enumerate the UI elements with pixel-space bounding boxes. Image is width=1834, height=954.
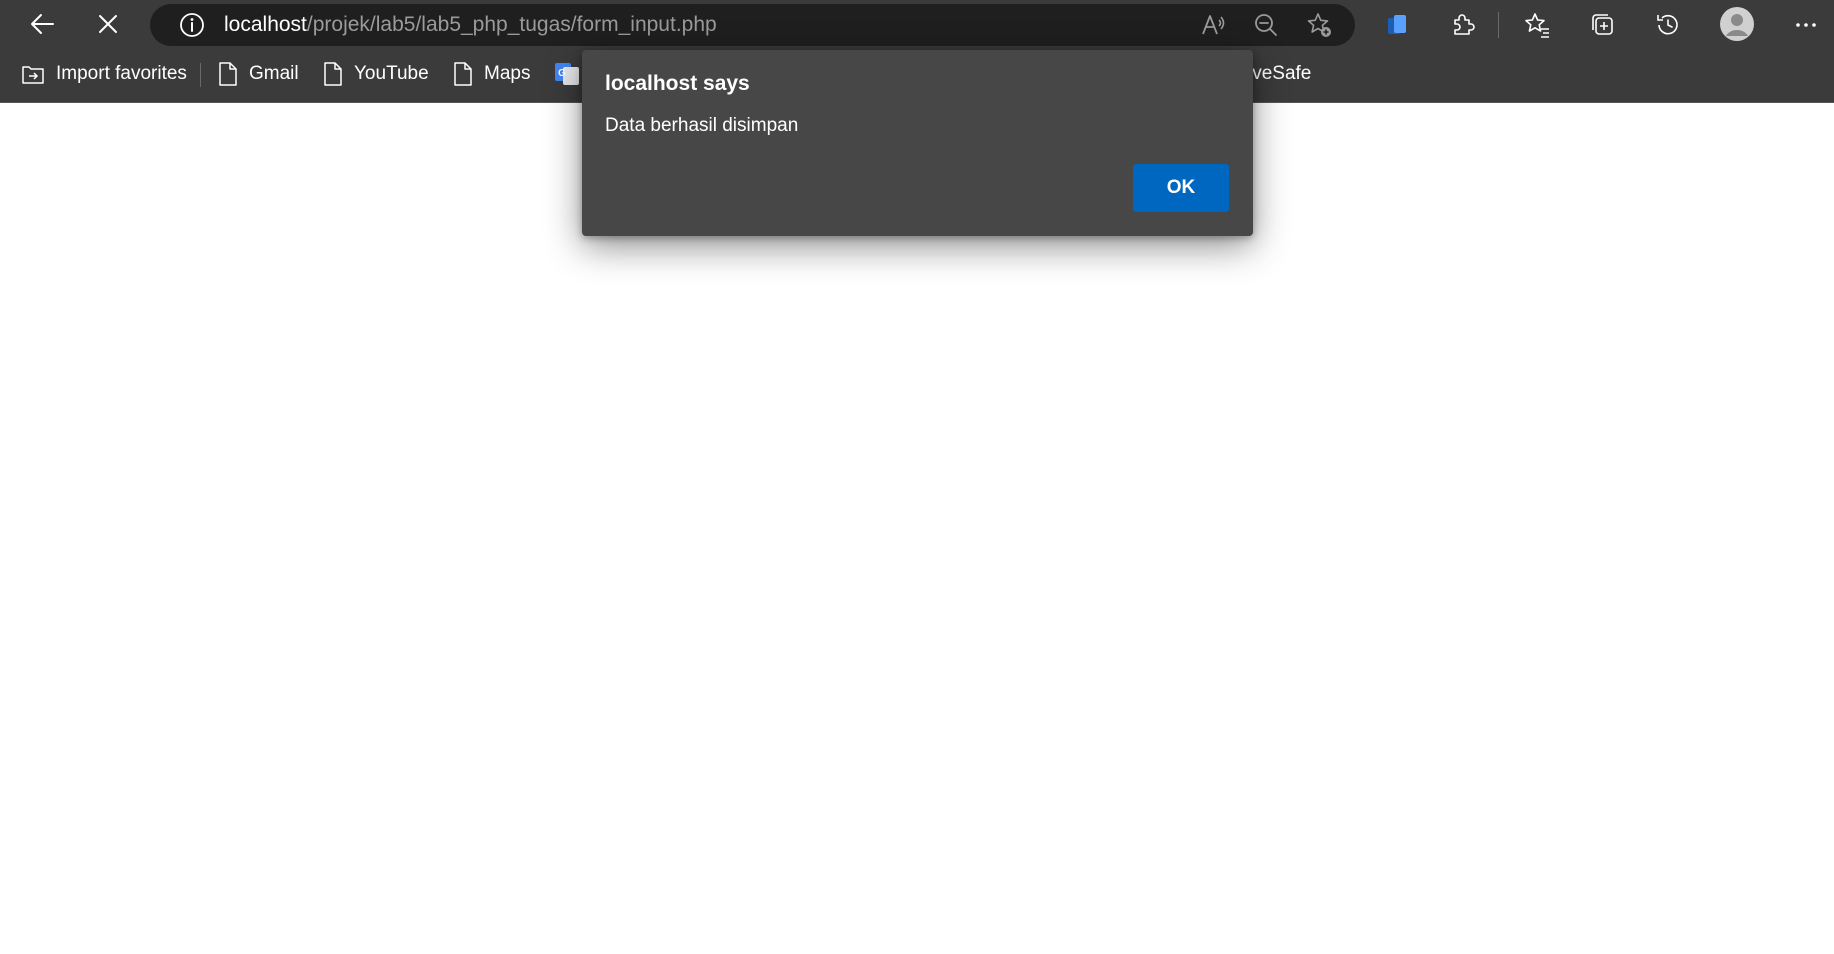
bookmark-livesafe[interactable]: iveSafe [1248, 53, 1311, 95]
bookmark-label: Gmail [249, 63, 299, 84]
address-bar[interactable]: localhost/projek/lab5/lab5_php_tugas/for… [150, 4, 1355, 46]
bookmark-gmail[interactable]: Gmail [217, 53, 299, 95]
bookmark-label: Maps [484, 63, 531, 84]
bookmarks-separator [200, 63, 201, 87]
add-favorite-icon[interactable] [1299, 5, 1339, 45]
dialog-message: Data berhasil disimpan [605, 115, 799, 136]
stop-loading-icon[interactable] [88, 4, 128, 44]
page-icon [454, 62, 472, 86]
history-icon[interactable] [1648, 5, 1688, 45]
read-aloud-icon[interactable] [1193, 5, 1233, 45]
bookmark-label: Import favorites [56, 63, 187, 84]
collections-icon[interactable] [1583, 5, 1623, 45]
bookmark-label: YouTube [354, 63, 429, 84]
url-path: /projek/lab5/lab5_php_tugas/form_input.p… [306, 13, 717, 36]
url-host: localhost [224, 13, 307, 36]
extensions-icon[interactable] [1443, 5, 1483, 45]
dialog-title: localhost says [605, 72, 750, 95]
profile-avatar-icon[interactable] [1717, 4, 1757, 44]
more-menu-icon[interactable] [1786, 5, 1826, 45]
bookmark-import-favorites[interactable]: Import favorites [20, 53, 187, 95]
page-icon [324, 62, 342, 86]
svg-text:G: G [558, 68, 566, 79]
alert-dialog: localhost says Data berhasil disimpan OK [582, 50, 1253, 236]
zoom-out-icon[interactable] [1246, 5, 1286, 45]
office-icon[interactable] [1377, 5, 1417, 45]
import-favorites-icon [22, 66, 44, 84]
url-text[interactable]: localhost/projek/lab5/lab5_php_tugas/for… [224, 4, 717, 46]
page-icon [219, 62, 237, 86]
site-info-icon[interactable] [172, 5, 212, 45]
bookmark-youtube[interactable]: YouTube [322, 53, 429, 95]
back-arrow-icon[interactable] [22, 4, 62, 44]
bookmark-maps[interactable]: Maps [452, 53, 530, 95]
bookmark-label: iveSafe [1248, 63, 1312, 84]
google-translate-icon[interactable]: G [555, 63, 579, 85]
toolbar-divider [1498, 12, 1499, 38]
browser-toolbar: localhost/projek/lab5/lab5_php_tugas/for… [0, 0, 1834, 49]
favorites-icon[interactable] [1517, 5, 1557, 45]
ok-button[interactable]: OK [1133, 164, 1229, 212]
